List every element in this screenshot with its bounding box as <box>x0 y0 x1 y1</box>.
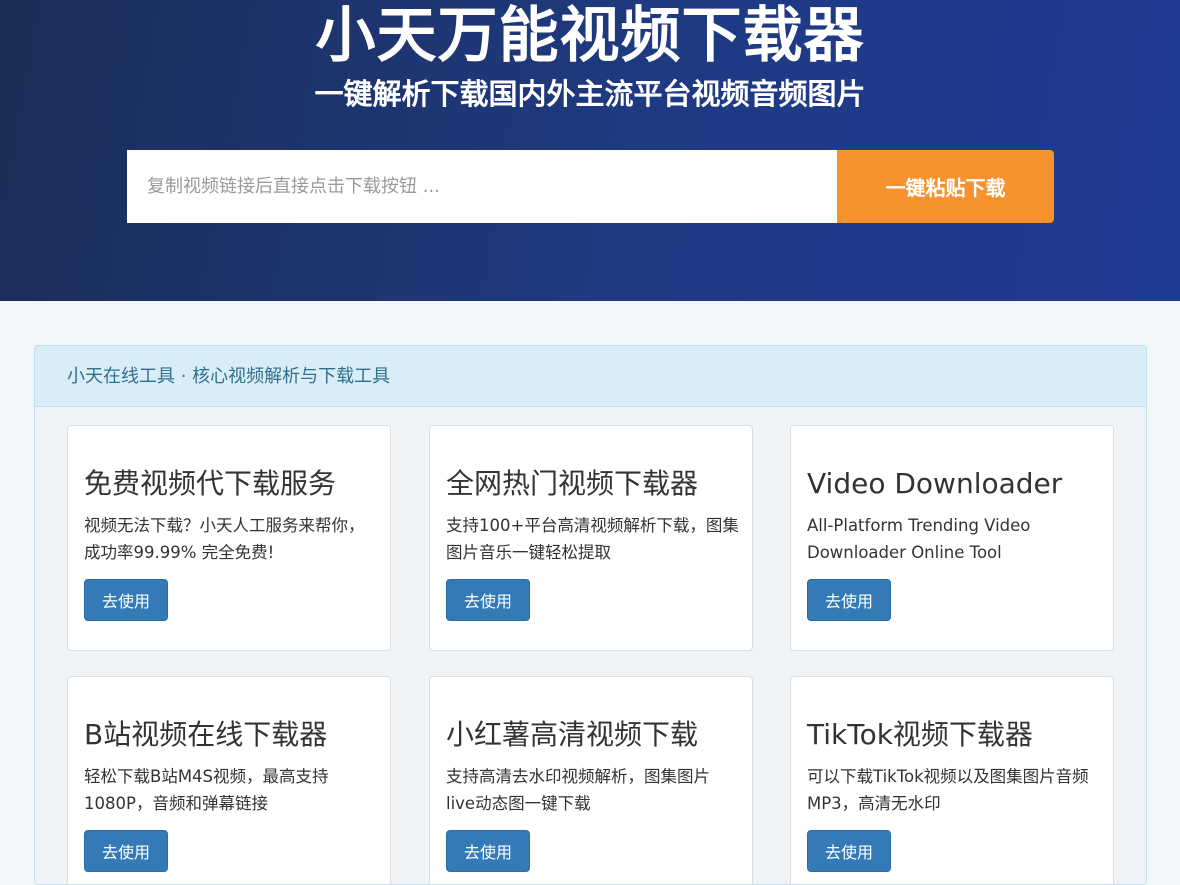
tool-card-tiktok-downloader: TikTok视频下载器 可以下载TikTok视频以及图集图片音频MP3，高清无水… <box>790 676 1114 884</box>
card-title: 免费视频代下载服务 <box>84 467 337 500</box>
hero-title: 小天万能视频下载器 <box>315 1 865 71</box>
use-button[interactable]: 去使用 <box>807 830 891 872</box>
card-title: TikTok视频下载器 <box>807 718 1033 751</box>
card-description: 视频无法下载？小天人工服务来帮你，成功率99.99% 完全免费! <box>84 516 365 562</box>
tools-panel: 小天在线工具 · 核心视频解析与下载工具 免费视频代下载服务 视频无法下载？小天… <box>34 345 1147 885</box>
tool-card-video-downloader-en: Video Downloader All-Platform Trending V… <box>790 425 1114 651</box>
panel-heading: 小天在线工具 · 核心视频解析与下载工具 <box>35 346 1146 407</box>
card-title: Video Downloader <box>807 467 1063 500</box>
card-description: All-Platform Trending Video Downloader O… <box>807 516 1031 562</box>
use-button[interactable]: 去使用 <box>84 579 168 621</box>
hero-banner: 小天万能视频下载器 一键解析下载国内外主流平台视频音频图片 一键粘贴下载 <box>0 0 1180 301</box>
hero-subtitle: 一键解析下载国内外主流平台视频音频图片 <box>314 77 866 111</box>
use-button[interactable]: 去使用 <box>446 830 530 872</box>
video-link-input[interactable] <box>127 150 837 223</box>
card-description: 轻松下载B站M4S视频，最高支持1080P，音频和弹幕链接 <box>84 767 329 813</box>
paste-download-button[interactable]: 一键粘贴下载 <box>837 150 1054 223</box>
tool-card-xiaohongshu-downloader: 小红薯高清视频下载 支持高清去水印视频解析，图集图片 live动态图一键下载 去… <box>429 676 753 884</box>
card-description: 可以下载TikTok视频以及图集图片音频MP3，高清无水印 <box>807 767 1089 813</box>
use-button[interactable]: 去使用 <box>84 830 168 872</box>
use-button[interactable]: 去使用 <box>446 579 530 621</box>
tool-card-bilibili-downloader: B站视频在线下载器 轻松下载B站M4S视频，最高支持1080P，音频和弹幕链接 … <box>67 676 391 884</box>
card-title: B站视频在线下载器 <box>84 718 328 751</box>
card-title: 全网热门视频下载器 <box>446 467 699 500</box>
tool-card-all-platform-downloader: 全网热门视频下载器 支持100+平台高清视频解析下载，图集图片音乐一键轻松提取 … <box>429 425 753 651</box>
tool-card-free-download-service: 免费视频代下载服务 视频无法下载？小天人工服务来帮你，成功率99.99% 完全免… <box>67 425 391 651</box>
use-button[interactable]: 去使用 <box>807 579 891 621</box>
card-description: 支持100+平台高清视频解析下载，图集图片音乐一键轻松提取 <box>446 516 739 562</box>
card-title: 小红薯高清视频下载 <box>446 718 699 751</box>
card-description: 支持高清去水印视频解析，图集图片 live动态图一键下载 <box>446 767 710 813</box>
